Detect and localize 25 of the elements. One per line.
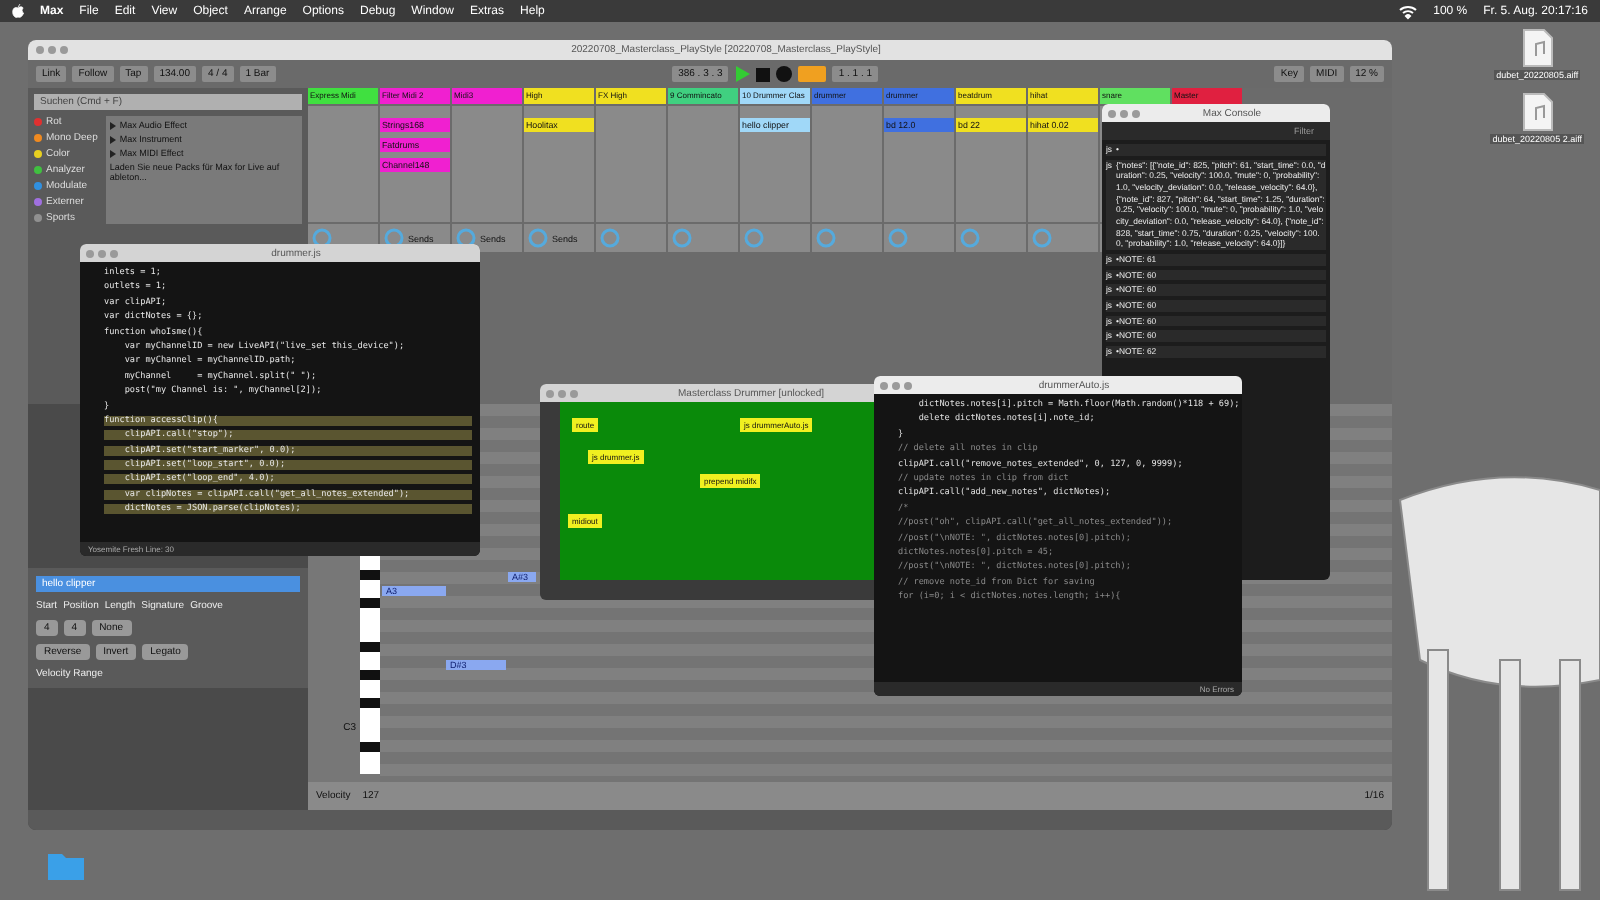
play-icon[interactable]	[734, 66, 751, 82]
folder-icon[interactable]	[48, 850, 84, 880]
knob-icon[interactable]	[744, 228, 764, 248]
knob-icon[interactable]	[816, 228, 836, 248]
window-controls-icon[interactable]	[86, 249, 118, 257]
knob-icon[interactable]	[528, 228, 548, 248]
window-controls-icon[interactable]	[1108, 109, 1140, 117]
knob-icon[interactable]	[1032, 228, 1052, 248]
knob-icon[interactable]	[456, 228, 476, 248]
knob-icon[interactable]	[600, 228, 620, 248]
window-controls-icon[interactable]	[36, 46, 68, 54]
overdub-button[interactable]	[798, 66, 827, 82]
stop-icon[interactable]	[756, 67, 771, 81]
wifi-icon[interactable]	[1397, 3, 1418, 19]
apple-icon[interactable]	[12, 4, 24, 18]
knob-icon[interactable]	[672, 228, 692, 248]
audio-file-icon[interactable]	[1521, 28, 1554, 68]
window-controls-icon[interactable]	[546, 389, 578, 397]
window-controls-icon[interactable]	[880, 381, 912, 389]
knob-icon[interactable]	[960, 228, 980, 248]
knob-icon[interactable]	[888, 228, 908, 248]
record-icon[interactable]	[776, 66, 793, 82]
knob-icon[interactable]	[384, 228, 404, 248]
audio-file-icon[interactable]	[1521, 92, 1554, 132]
knob-icon[interactable]	[312, 228, 332, 248]
